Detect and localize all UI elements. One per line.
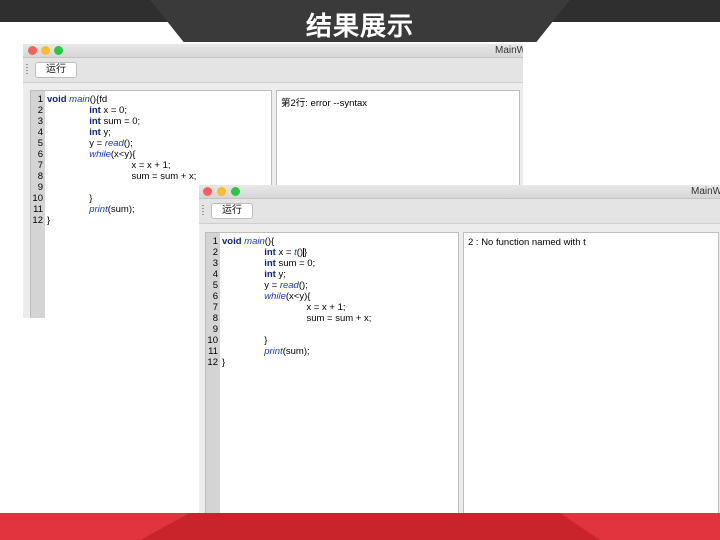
window-title: MainW bbox=[691, 186, 720, 197]
maximize-icon[interactable] bbox=[54, 46, 63, 55]
toolbar-grip-icon[interactable] bbox=[202, 205, 204, 217]
output-panel[interactable]: 2 : No function named with t bbox=[463, 232, 719, 515]
window-titlebar[interactable]: MainW bbox=[199, 185, 720, 199]
toolbar: 运行 bbox=[23, 58, 523, 83]
slide-title: 结果展示 bbox=[305, 11, 414, 41]
main-window-front: MainW 运行 1 2 3 4 5 6 7 8 9 10 11 12 void… bbox=[199, 185, 720, 515]
line-numbers: 1 2 3 4 5 6 7 8 9 10 11 12 bbox=[207, 236, 218, 368]
maximize-icon[interactable] bbox=[231, 187, 240, 196]
minimize-icon[interactable] bbox=[217, 187, 226, 196]
code-text: void main(){ int x = t()} int sum = 0; i… bbox=[222, 236, 372, 368]
close-icon[interactable] bbox=[203, 187, 212, 196]
code-editor[interactable]: 1 2 3 4 5 6 7 8 9 10 11 12 void main(){ … bbox=[205, 232, 459, 515]
output-message: 第2行: error --syntax bbox=[281, 98, 368, 109]
minimize-icon[interactable] bbox=[41, 46, 50, 55]
toolbar-grip-icon[interactable] bbox=[26, 64, 28, 76]
run-button[interactable]: 运行 bbox=[211, 203, 253, 219]
window-titlebar[interactable]: MainW bbox=[23, 44, 523, 58]
output-message: 2 : No function named with t bbox=[468, 237, 586, 248]
toolbar: 运行 bbox=[199, 199, 720, 224]
close-icon[interactable] bbox=[28, 46, 37, 55]
line-numbers: 1 2 3 4 5 6 7 8 9 10 11 12 bbox=[32, 94, 43, 226]
run-button[interactable]: 运行 bbox=[35, 62, 77, 78]
code-text: void main(){fd int x = 0; int sum = 0; i… bbox=[47, 94, 197, 226]
window-title: MainW bbox=[495, 45, 523, 56]
